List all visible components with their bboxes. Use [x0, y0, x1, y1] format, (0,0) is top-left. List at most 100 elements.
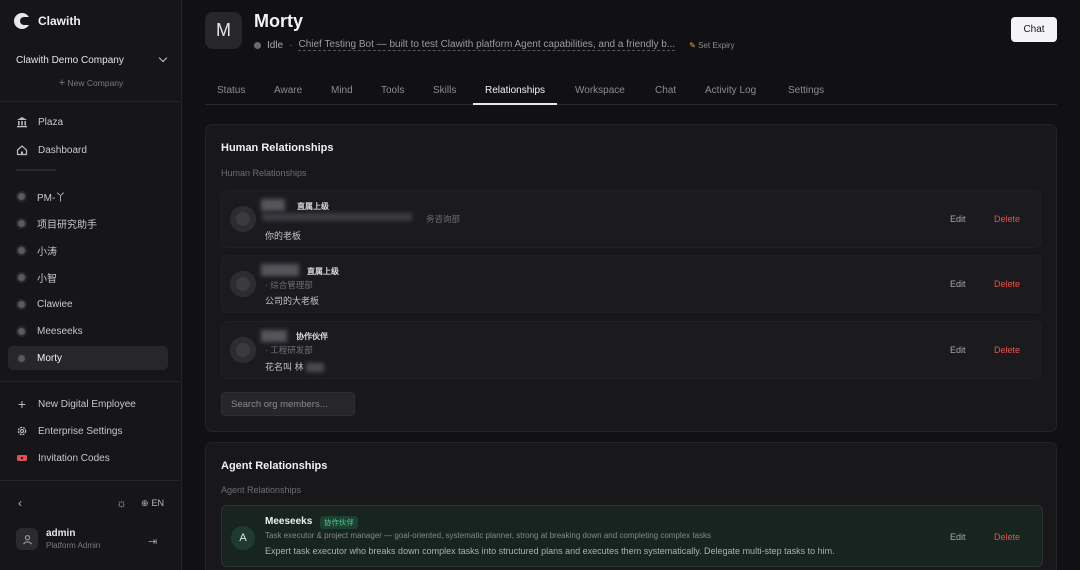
relation-tag: 直属上级 [307, 267, 339, 276]
sidebar-item-label: Plaza [38, 116, 64, 128]
enterprise-settings-button[interactable]: Enterprise Settings [8, 419, 168, 443]
company-selector[interactable]: Clawith Demo Company [8, 49, 174, 71]
sidebar-agent-research[interactable]: 项目研究助手 [8, 211, 168, 235]
edit-button[interactable]: Edit [950, 279, 966, 289]
sidebar-item-label: Morty [37, 352, 62, 364]
sidebar-agent-morty[interactable]: Morty [8, 346, 168, 370]
page-title: Morty [254, 11, 303, 31]
department: · 综合管理部 [265, 280, 313, 290]
set-expiry-label: Set Expiry [698, 40, 735, 50]
sidebar-item-label: New Digital Employee [38, 398, 136, 410]
agent-role: Task executor & project manager — goal-o… [265, 531, 712, 540]
agent-status-dot [18, 246, 25, 254]
tab-tools[interactable]: Tools [381, 83, 404, 105]
agent-description[interactable]: Chief Testing Bot — built to test Clawit… [298, 39, 676, 51]
tab-mind[interactable]: Mind [331, 83, 353, 105]
language-switch[interactable]: ⊕ EN [141, 498, 164, 509]
user-profile[interactable]: admin Platform Admin [16, 528, 100, 550]
clawith-logo-icon [14, 13, 30, 29]
brand[interactable]: Clawith [14, 13, 81, 29]
avatar [230, 337, 256, 363]
sidebar-agent-pm[interactable]: PM-丫 [8, 184, 168, 208]
home-icon [16, 144, 28, 156]
redacted-name [261, 330, 287, 342]
section-title: Human Relationships [221, 142, 334, 154]
avatar [230, 271, 256, 297]
agent-status-dot [18, 300, 25, 308]
delete-button[interactable]: Delete [994, 214, 1020, 224]
sidebar: Clawith Clawith Demo Company + New Compa… [0, 0, 182, 570]
tab-status[interactable]: Status [217, 83, 245, 105]
sun-icon[interactable]: ☼ [116, 496, 127, 510]
relation-note-text: 花名叫 林 [265, 362, 304, 372]
tab-skills[interactable]: Skills [433, 83, 456, 105]
new-company-button[interactable]: + New Company [0, 77, 182, 89]
relation-tag: 协作伙伴 [296, 332, 328, 341]
agent-description: Expert task executor who breaks down com… [265, 546, 835, 556]
sidebar-agent-clawiee[interactable]: Clawiee [8, 292, 168, 316]
gear-icon [16, 425, 28, 437]
sidebar-controls: ‹ ☼ ⊕ EN [18, 496, 164, 510]
sidebar-item-label: Enterprise Settings [38, 425, 123, 437]
sidebar-item-label: Meeseeks [37, 325, 83, 337]
redacted-name [261, 264, 299, 276]
tab-settings[interactable]: Settings [788, 83, 824, 105]
chevron-down-icon [158, 53, 168, 63]
sidebar-agent-xiaotao[interactable]: 小涛 [8, 238, 168, 262]
sidebar-agent-xiaozhi[interactable]: 小智 [8, 265, 168, 289]
relation-note: 花名叫 林 [265, 360, 325, 373]
edit-button[interactable]: Edit [950, 345, 966, 355]
delete-button[interactable]: Delete [994, 279, 1020, 289]
sidebar-item-label: Dashboard [38, 144, 87, 156]
avatar [230, 206, 256, 232]
delete-button[interactable]: Delete [994, 345, 1020, 355]
bank-icon [16, 116, 28, 128]
status-dot-icon [254, 41, 261, 49]
set-expiry-button[interactable]: ✎ Set Expiry [689, 41, 734, 50]
new-digital-employee-button[interactable]: + New Digital Employee [8, 392, 168, 416]
sidebar-item-dashboard[interactable]: Dashboard [8, 138, 168, 162]
ticket-icon [16, 452, 28, 464]
search-org-members-input[interactable] [221, 392, 355, 416]
user-avatar-icon [16, 528, 38, 550]
relation-tag: 直属上级 [297, 202, 329, 211]
user-role: Platform Admin [46, 541, 101, 550]
agent-status-dot [18, 219, 25, 227]
list-item: 直属上级 务咨询部 你的老板 Edit Delete [221, 190, 1041, 248]
globe-icon: ⊕ [140, 497, 149, 508]
redacted-name [261, 199, 285, 211]
agent-status-dot [18, 354, 25, 362]
tab-workspace[interactable]: Workspace [575, 83, 625, 105]
edit-button[interactable]: Edit [950, 214, 966, 224]
company-name: Clawith Demo Company [16, 54, 124, 66]
sidebar-item-label: PM-丫 [37, 192, 66, 204]
section-subtitle: Agent Relationships [221, 485, 302, 495]
collapse-sidebar-icon[interactable]: ‹ [18, 496, 22, 510]
divider [0, 480, 182, 481]
invitation-codes-button[interactable]: Invitation Codes [8, 446, 168, 470]
edit-button[interactable]: Edit [950, 532, 966, 542]
list-item: A Meeseeks 协作伙伴 Task executor & project … [221, 505, 1043, 567]
new-company-label: New Company [67, 78, 124, 88]
sidebar-item-label: 项目研究助手 [37, 219, 97, 231]
tab-aware[interactable]: Aware [274, 83, 302, 105]
sidebar-agent-meeseeks[interactable]: Meeseeks [8, 319, 168, 343]
chat-button[interactable]: Chat [1011, 17, 1057, 42]
scroll-fade [16, 169, 56, 171]
plus-icon: + [17, 396, 27, 412]
sidebar-item-plaza[interactable]: Plaza [8, 110, 168, 134]
logout-icon[interactable]: ⇥ [148, 535, 157, 548]
agent-avatar: M [205, 12, 242, 49]
delete-button[interactable]: Delete [994, 532, 1020, 542]
tab-activity-log[interactable]: Activity Log [705, 83, 756, 105]
status-badge: Idle [267, 39, 284, 51]
redacted-dept [262, 213, 412, 221]
tab-chat[interactable]: Chat [655, 83, 676, 105]
agent-status-dot [18, 273, 25, 281]
agent-status-line: Idle · Chief Testing Bot — built to test… [254, 39, 735, 51]
list-item: 直属上级 · 综合管理部 公司的大老板 Edit Delete [221, 255, 1041, 313]
tab-relationships[interactable]: Relationships [473, 83, 558, 105]
divider [0, 381, 182, 382]
sidebar-item-label: 小涛 [37, 246, 57, 258]
avatar: A [231, 526, 255, 550]
